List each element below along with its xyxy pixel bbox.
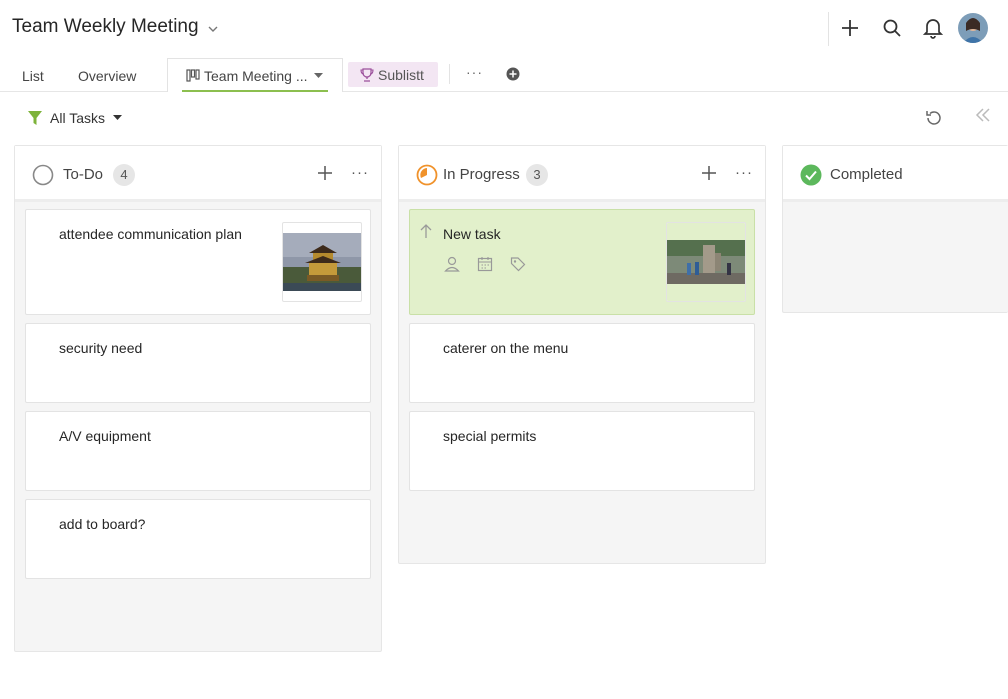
- project-title-dropdown[interactable]: Team Weekly Meeting: [12, 16, 219, 38]
- plus-icon: [842, 20, 858, 36]
- sublist-button[interactable]: Sublistt: [348, 62, 438, 87]
- caret-down-icon: [112, 115, 122, 120]
- temple-image: [283, 233, 361, 291]
- refresh-icon[interactable]: [924, 108, 944, 128]
- tag-icon[interactable]: [510, 256, 526, 272]
- monument-image: [667, 223, 745, 301]
- notifications-button[interactable]: [920, 15, 946, 41]
- column-in-progress: In Progress 3 ··· New task caterer on th: [398, 145, 766, 564]
- column-todo: To-Do 4 ··· attendee communication plan …: [14, 145, 382, 652]
- task-thumbnail: [666, 222, 746, 302]
- add-task-icon[interactable]: [316, 164, 334, 182]
- tabs-divider: [449, 64, 450, 84]
- chevron-down-icon: [208, 26, 218, 32]
- column-title: Completed: [830, 166, 903, 183]
- task-card[interactable]: security need: [25, 323, 371, 403]
- filter-icon: [28, 111, 42, 125]
- view-tabs: List Overview Team Meeting ... Sublistt …: [0, 58, 1008, 92]
- task-filter-dropdown[interactable]: All Tasks: [28, 110, 122, 126]
- in-progress-status-icon: [416, 164, 438, 186]
- bell-icon: [923, 19, 943, 39]
- task-card[interactable]: A/V equipment: [25, 411, 371, 491]
- user-avatar[interactable]: [958, 13, 988, 43]
- column-count-badge: 3: [526, 164, 548, 186]
- task-title: security need: [59, 340, 143, 356]
- task-card[interactable]: caterer on the menu: [409, 323, 755, 403]
- assignee-icon[interactable]: [444, 256, 460, 272]
- task-card[interactable]: special permits: [409, 411, 755, 491]
- completed-status-icon: [800, 164, 822, 186]
- column-header: Completed: [783, 146, 1008, 202]
- calendar-icon[interactable]: [477, 256, 493, 272]
- search-button[interactable]: [879, 15, 905, 41]
- task-title: attendee communication plan: [59, 226, 242, 242]
- tab-overview[interactable]: Overview: [78, 68, 136, 84]
- column-title: To-Do: [63, 166, 104, 183]
- add-view-icon[interactable]: [506, 67, 520, 81]
- add-button[interactable]: [837, 15, 863, 41]
- column-more-button[interactable]: ···: [735, 164, 753, 181]
- search-icon: [883, 19, 901, 37]
- column-more-button[interactable]: ···: [351, 164, 369, 181]
- tab-board-active[interactable]: Team Meeting ...: [167, 58, 343, 92]
- task-card-highlighted[interactable]: New task: [409, 209, 755, 315]
- task-title: add to board?: [59, 516, 146, 532]
- tab-board-label: Team Meeting ...: [204, 68, 308, 84]
- board-icon: [186, 69, 200, 82]
- todo-status-icon: [32, 164, 54, 186]
- task-thumbnail: [282, 222, 362, 302]
- column-header: To-Do 4 ···: [15, 146, 381, 202]
- priority-arrow-icon: [420, 224, 432, 238]
- collapse-panel-icon[interactable]: [974, 106, 992, 124]
- column-title: In Progress: [443, 166, 520, 183]
- task-card[interactable]: add to board?: [25, 499, 371, 579]
- task-title: A/V equipment: [59, 428, 151, 444]
- top-header: Team Weekly Meeting: [0, 0, 1008, 58]
- active-tab-underline: [182, 90, 328, 92]
- sublist-label: Sublistt: [378, 66, 424, 83]
- header-divider: [828, 12, 829, 46]
- column-header: In Progress 3 ···: [399, 146, 765, 202]
- column-completed: Completed: [782, 145, 1008, 313]
- project-title: Team Weekly Meeting: [12, 16, 199, 37]
- task-title: caterer on the menu: [443, 340, 569, 356]
- filter-label: All Tasks: [50, 110, 105, 126]
- task-card[interactable]: attendee communication plan: [25, 209, 371, 315]
- caret-down-icon: [314, 73, 323, 78]
- task-title: New task: [443, 226, 501, 242]
- more-views-button[interactable]: ···: [466, 64, 483, 80]
- column-count-badge: 4: [113, 164, 135, 186]
- tab-list[interactable]: List: [22, 68, 44, 84]
- add-task-icon[interactable]: [700, 164, 718, 182]
- task-title: special permits: [443, 428, 537, 444]
- trophy-icon: [360, 67, 374, 82]
- avatar-image: [958, 13, 988, 43]
